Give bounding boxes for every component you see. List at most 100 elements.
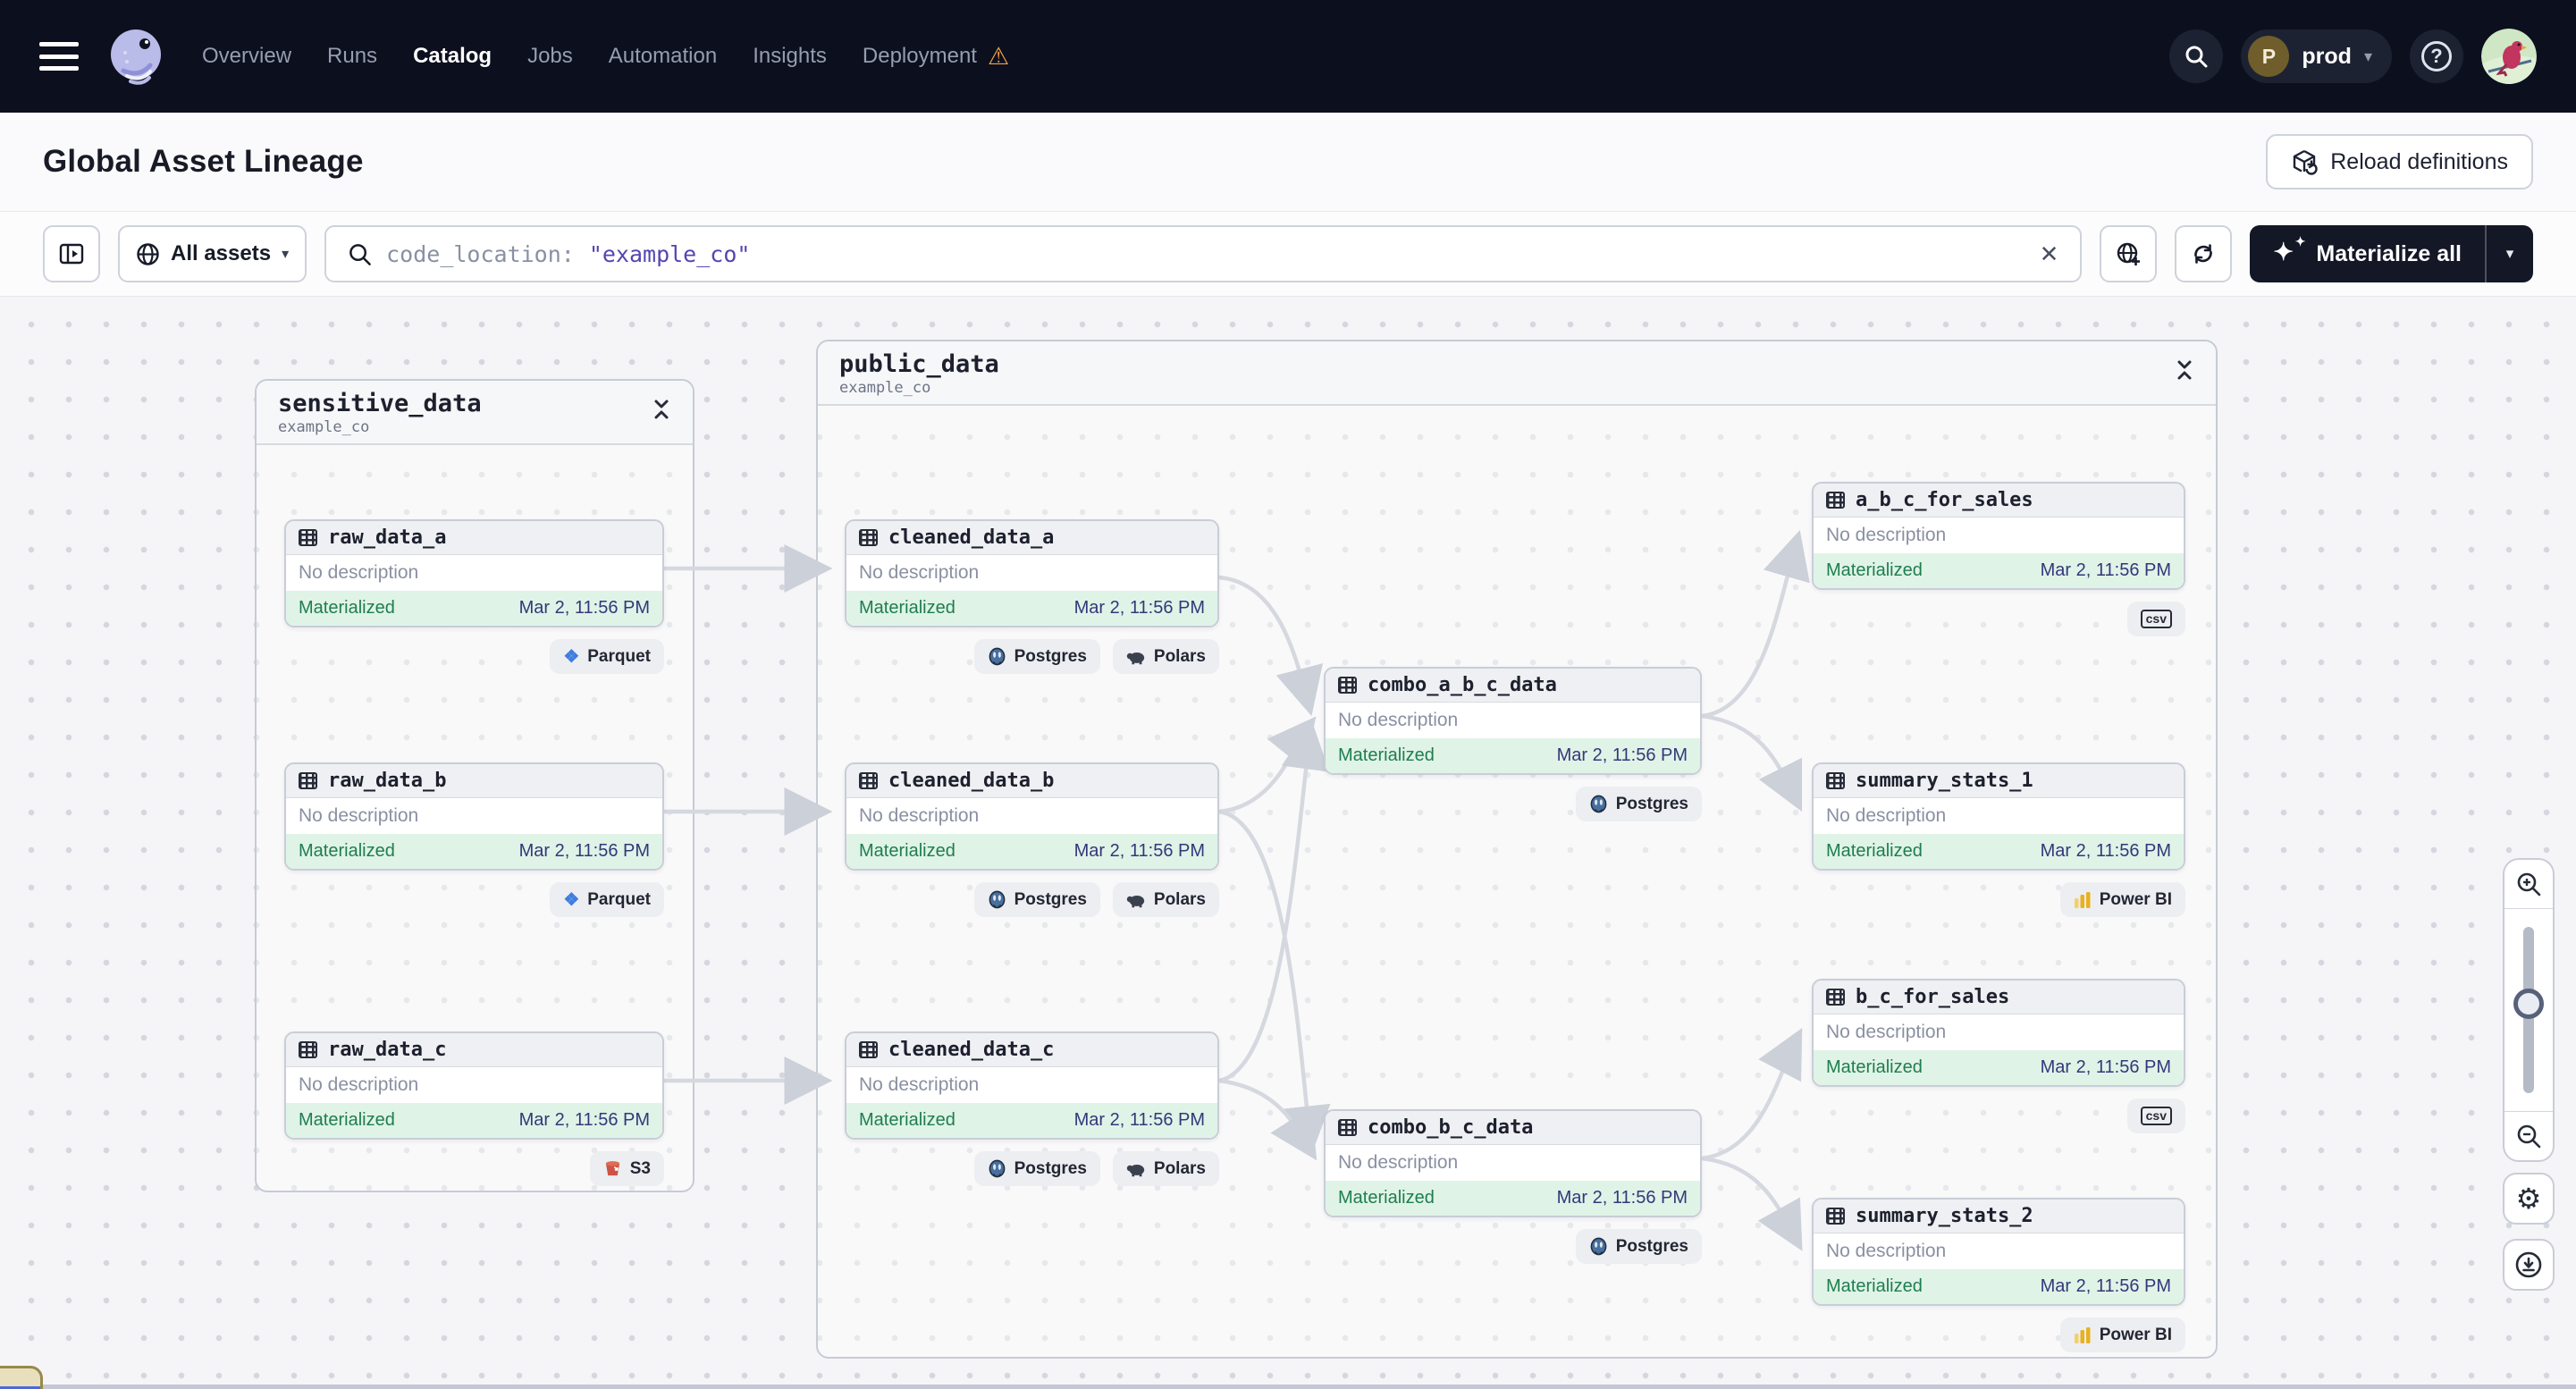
nav-item-jobs[interactable]: Jobs xyxy=(527,44,573,69)
tag-postgres[interactable]: Postgres xyxy=(973,882,1100,917)
parquet-icon: ❖ xyxy=(563,890,580,910)
tag-polars[interactable]: Polars xyxy=(1112,639,1219,674)
asset-node-summary-stats-2[interactable]: summary_stats_2 No description Materiali… xyxy=(1812,1198,2185,1352)
asset-node-combo-a-b-c-data[interactable]: combo_a_b_c_data No description Material… xyxy=(1324,667,1702,821)
user-avatar[interactable] xyxy=(2481,29,2537,84)
asset-description: No description xyxy=(846,555,1217,591)
tag-csv[interactable]: csv xyxy=(2126,1099,2185,1133)
asset-scope-dropdown[interactable]: All assets ▾ xyxy=(118,225,307,282)
tag-parquet[interactable]: ❖ Parquet xyxy=(550,882,664,917)
materialized-status: Materialized xyxy=(859,841,955,861)
asset-card[interactable]: combo_b_c_data No description Materializ… xyxy=(1324,1109,1702,1217)
materialized-status: Materialized xyxy=(1826,841,1923,861)
clear-search-icon[interactable]: ✕ xyxy=(2040,240,2059,268)
refresh-graph-button[interactable] xyxy=(2175,225,2233,282)
group-code-location: example_co xyxy=(278,418,370,436)
asset-node-raw-data-a[interactable]: raw_data_a No description Materialized Ma… xyxy=(284,519,664,674)
tag-power-bi[interactable]: Power BI xyxy=(2059,1317,2185,1352)
canvas-bottom-edge xyxy=(0,1385,2576,1389)
tag-power-bi[interactable]: Power BI xyxy=(2059,882,2185,917)
asset-node-cleaned-data-b[interactable]: cleaned_data_b No description Materializ… xyxy=(845,762,1219,917)
asset-card[interactable]: raw_data_b No description Materialized Ma… xyxy=(284,762,664,871)
deployment-switcher[interactable]: P prod ▾ xyxy=(2241,29,2392,83)
asset-node-raw-data-c[interactable]: raw_data_c No description Materialized Ma… xyxy=(284,1031,664,1186)
search-query-value: "example_co" xyxy=(588,240,751,267)
tag-postgres[interactable]: Postgres xyxy=(1575,1229,1702,1264)
table-icon xyxy=(1338,677,1357,694)
nav-item-catalog[interactable]: Catalog xyxy=(413,44,492,69)
asset-name: summary_stats_1 xyxy=(1856,770,2033,792)
asset-card[interactable]: raw_data_c No description Materialized Ma… xyxy=(284,1031,664,1140)
help-button[interactable]: ? xyxy=(2410,29,2463,83)
zoom-out-button[interactable] xyxy=(2504,1112,2553,1160)
chevron-down-icon: ▾ xyxy=(2505,245,2514,262)
minimap[interactable] xyxy=(0,1366,43,1389)
tag-postgres[interactable]: Postgres xyxy=(1575,787,1702,821)
nav-item-runs[interactable]: Runs xyxy=(327,44,377,69)
asset-description: No description xyxy=(286,1067,662,1103)
nav-item-insights[interactable]: Insights xyxy=(753,44,827,69)
asset-card[interactable]: b_c_for_sales No description Materialize… xyxy=(1812,979,2185,1087)
nav-item-overview[interactable]: Overview xyxy=(202,44,291,69)
asset-node-cleaned-data-a[interactable]: cleaned_data_a No description Materializ… xyxy=(845,519,1219,674)
materialized-time: Mar 2, 11:56 PM xyxy=(1073,841,1205,861)
asset-node-b-c-for-sales[interactable]: b_c_for_sales No description Materialize… xyxy=(1812,979,2185,1133)
group-header-public-data[interactable]: public_data example_co xyxy=(818,341,2216,406)
asset-name: raw_data_a xyxy=(328,526,447,549)
nav-item-automation[interactable]: Automation xyxy=(609,44,717,69)
asset-card[interactable]: cleaned_data_c No description Materializ… xyxy=(845,1031,1219,1140)
polars-bear-icon xyxy=(1126,892,1146,908)
asset-card[interactable]: raw_data_a No description Materialized Ma… xyxy=(284,519,664,627)
download-graph-button[interactable] xyxy=(2503,1239,2555,1291)
tag-s3[interactable]: S3 xyxy=(589,1151,664,1186)
sparkles-icon: ✦ ✦ xyxy=(2273,234,2306,265)
nav-item-deployment[interactable]: Deployment ⚠ xyxy=(863,44,1009,69)
zoom-slider[interactable] xyxy=(2504,908,2553,1112)
nav-links: Overview Runs Catalog Jobs Automation In… xyxy=(202,44,1009,69)
tag-postgres[interactable]: Postgres xyxy=(973,1151,1100,1186)
asset-card[interactable]: summary_stats_1 No description Materiali… xyxy=(1812,762,2185,871)
tag-polars[interactable]: Polars xyxy=(1112,882,1219,917)
polars-bear-icon xyxy=(1126,1161,1146,1177)
zoom-slider-thumb[interactable] xyxy=(2513,989,2544,1020)
asset-card[interactable]: a_b_c_for_sales No description Materiali… xyxy=(1812,482,2185,590)
materialize-all-button[interactable]: ✦ ✦ Materialize all xyxy=(2250,225,2485,282)
collapse-group-icon[interactable] xyxy=(2175,359,2194,381)
tag-csv[interactable]: csv xyxy=(2126,602,2185,636)
materialized-time: Mar 2, 11:56 PM xyxy=(1073,598,1205,618)
asset-node-raw-data-b[interactable]: raw_data_b No description Materialized Ma… xyxy=(284,762,664,917)
tag-postgres[interactable]: Postgres xyxy=(973,639,1100,674)
menu-icon[interactable] xyxy=(39,42,79,71)
group-header-sensitive-data[interactable]: sensitive_data example_co xyxy=(257,381,693,445)
asset-card[interactable]: cleaned_data_b No description Materializ… xyxy=(845,762,1219,871)
asset-card[interactable]: cleaned_data_a No description Materializ… xyxy=(845,519,1219,627)
materialize-options-button[interactable]: ▾ xyxy=(2487,225,2533,282)
page-title: Global Asset Lineage xyxy=(43,144,364,179)
graph-settings-button[interactable]: ⚙ xyxy=(2503,1173,2555,1225)
open-sidebar-button[interactable] xyxy=(43,225,100,282)
materialized-status: Materialized xyxy=(1826,560,1923,580)
avatar-bird-image xyxy=(2481,29,2537,84)
zoom-in-button[interactable] xyxy=(2504,860,2553,908)
collapse-group-icon[interactable] xyxy=(652,399,671,420)
csv-icon: csv xyxy=(2140,609,2172,629)
group-code-location: example_co xyxy=(839,379,931,397)
asset-card[interactable]: summary_stats_2 No description Materiali… xyxy=(1812,1198,2185,1306)
asset-node-cleaned-data-c[interactable]: cleaned_data_c No description Materializ… xyxy=(845,1031,1219,1186)
asset-name: cleaned_data_b xyxy=(888,770,1055,792)
asset-card[interactable]: combo_a_b_c_data No description Material… xyxy=(1324,667,1702,775)
asset-search-input[interactable]: code_location: "example_co" ✕ xyxy=(324,225,2083,282)
tag-polars[interactable]: Polars xyxy=(1112,1151,1219,1186)
asset-node-a-b-c-for-sales[interactable]: a_b_c_for_sales No description Materiali… xyxy=(1812,482,2185,636)
asset-name: summary_stats_2 xyxy=(1856,1205,2033,1227)
global-search-button[interactable] xyxy=(2169,29,2224,83)
tag-parquet[interactable]: ❖ Parquet xyxy=(550,639,664,674)
asset-description: No description xyxy=(846,1067,1217,1103)
asset-node-combo-b-c-data[interactable]: combo_b_c_data No description Materializ… xyxy=(1324,1109,1702,1264)
asset-node-summary-stats-1[interactable]: summary_stats_1 No description Materiali… xyxy=(1812,762,2185,917)
materialized-status: Materialized xyxy=(1826,1276,1923,1296)
tag-label: Power BI xyxy=(2099,1325,2172,1344)
external-assets-button[interactable] xyxy=(2100,225,2158,282)
dagster-logo[interactable] xyxy=(105,26,166,87)
reload-definitions-button[interactable]: Reload definitions xyxy=(2266,134,2533,189)
